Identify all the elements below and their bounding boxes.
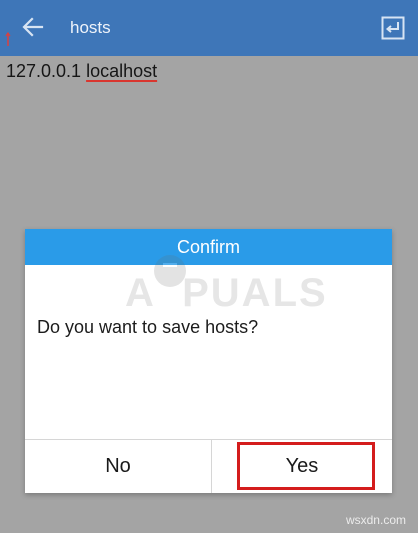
arrow-left-icon: [22, 17, 44, 37]
confirm-dialog: Confirm A PUALS Do you want to save host…: [25, 229, 392, 493]
dialog-title: Confirm: [176, 237, 240, 257]
yes-button[interactable]: Yes: [212, 440, 392, 493]
no-button[interactable]: No: [25, 440, 211, 493]
enter-button[interactable]: [381, 16, 405, 40]
dialog-header: Confirm: [25, 229, 392, 265]
hosts-file-line[interactable]: 127.0.0.1 localhost: [6, 60, 157, 82]
dialog-message: Do you want to save hosts?: [37, 317, 259, 337]
toolbar-title: hosts: [70, 18, 111, 37]
ip-address-text: 127.0.0.1: [6, 61, 87, 81]
site-credit: wsxdn.com: [345, 513, 406, 527]
text-cursor-marker: [5, 30, 11, 48]
top-toolbar: hosts: [0, 0, 418, 56]
hostname-text: localhost: [86, 61, 158, 81]
keyboard-return-icon: [381, 16, 405, 40]
back-button[interactable]: [18, 12, 48, 42]
